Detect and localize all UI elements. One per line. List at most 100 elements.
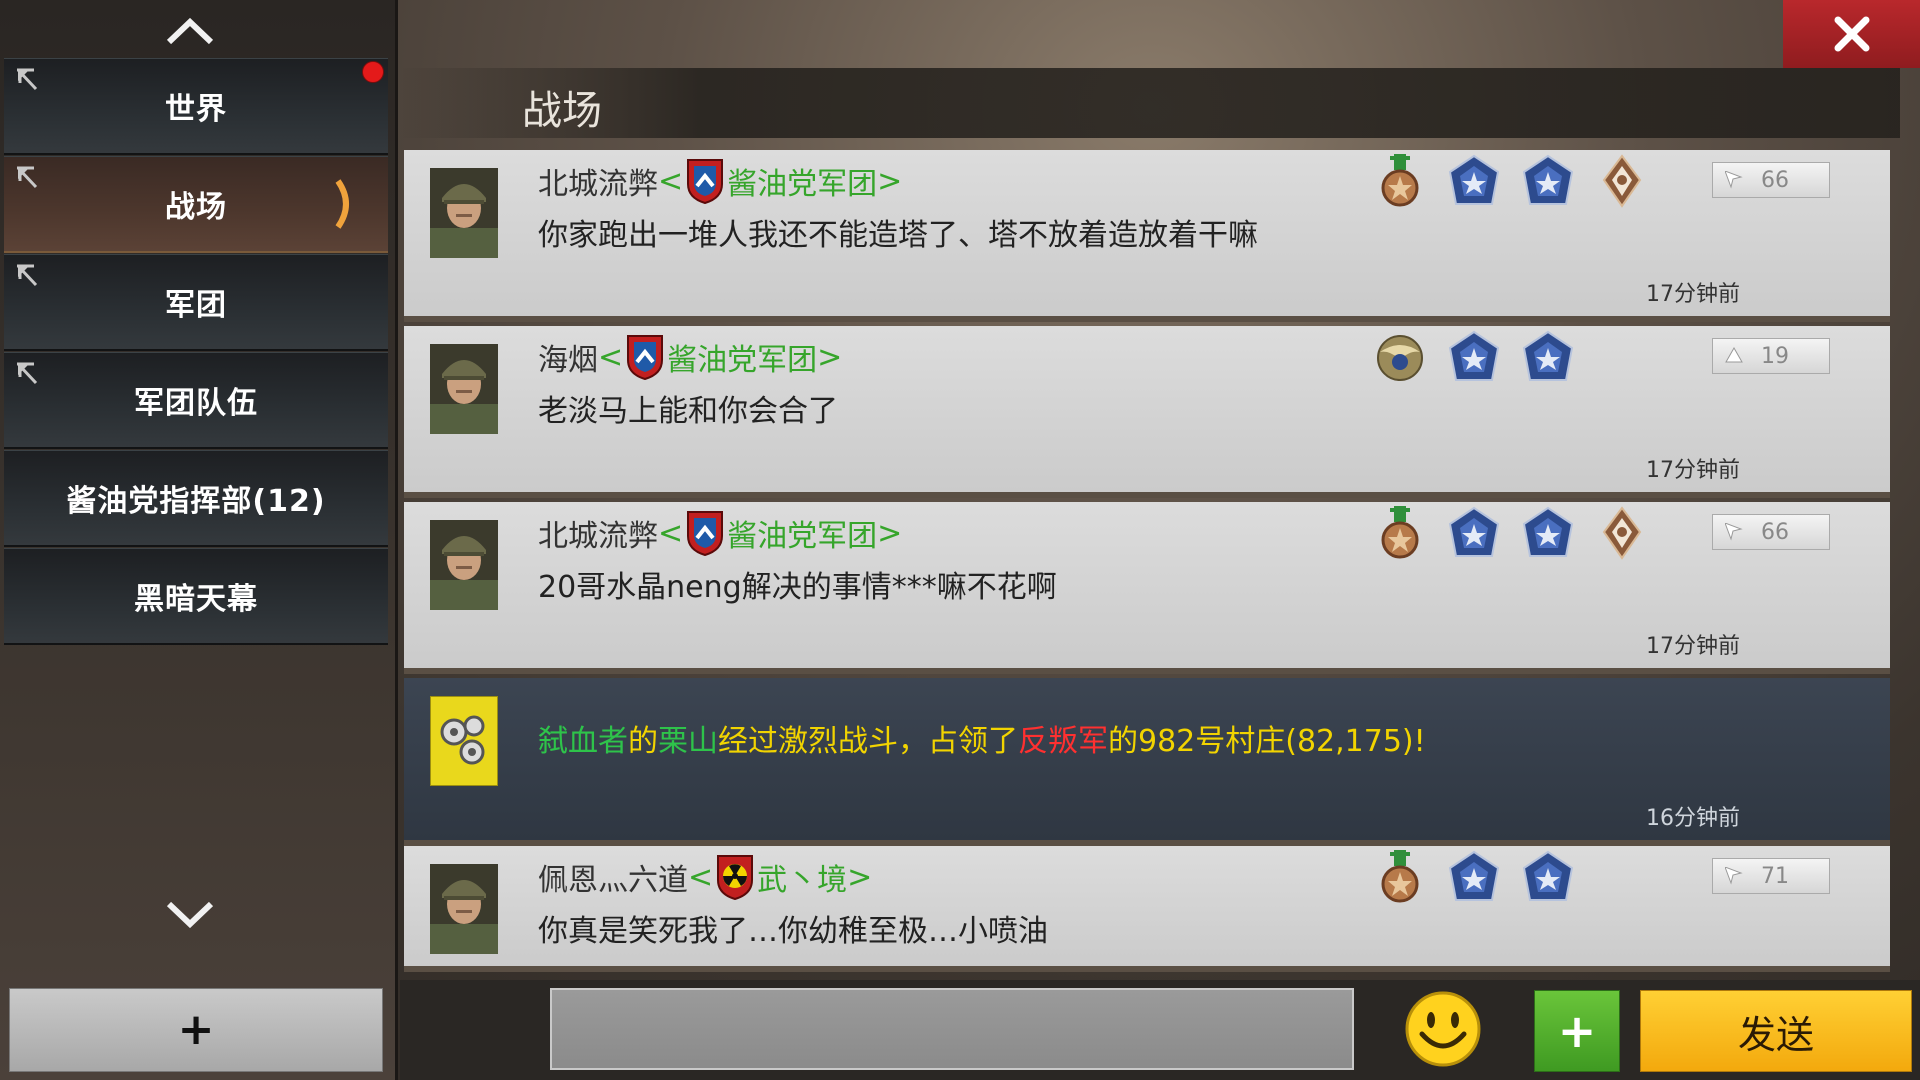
level-number: 71: [1761, 863, 1789, 889]
sidebar-item-battlefield[interactable]: 战场: [4, 156, 388, 253]
level-badge: 19: [1712, 338, 1830, 374]
sender-line: 佩恩灬六道 < 武丶境 >: [538, 854, 872, 900]
message-time: 17分钟前: [1646, 458, 1740, 483]
pin-icon[interactable]: [14, 361, 40, 387]
blue-rank-icon: [1449, 851, 1499, 901]
blue-rank-icon: [1523, 507, 1573, 557]
blue-rank-icon: [1449, 155, 1499, 205]
sidebar-item-dark-sky[interactable]: 黑暗天幕: [4, 548, 388, 645]
text-segment: 的: [628, 724, 658, 759]
message-text: 20哥水晶neng解决的事情***嘛不花啊: [538, 570, 1057, 605]
village-link[interactable]: 的982号村庄(82,175)!: [1108, 724, 1426, 759]
sidebar-item-legion[interactable]: 军团: [4, 254, 388, 351]
star-medal-icon: [1381, 154, 1419, 207]
blue-rank-icon: [1523, 331, 1573, 381]
guild-shield-icon: [686, 158, 725, 204]
sidebar-item-hq[interactable]: 酱油党指挥部(12): [4, 450, 388, 547]
chat-input[interactable]: [550, 988, 1354, 1070]
bronze-diamond-icon: [1603, 155, 1641, 207]
sidebar-item-world[interactable]: 世界: [4, 58, 388, 155]
soldier-avatar[interactable]: [430, 168, 498, 258]
message-time: 17分钟前: [1646, 282, 1740, 307]
sender-line: 北城流弊 < 酱油党军团 >: [538, 158, 902, 204]
attach-button[interactable]: +: [1534, 990, 1620, 1072]
sidebar-item-legion-team[interactable]: 军团队伍: [4, 352, 388, 449]
sidebar-item-label: 世界: [165, 92, 227, 127]
close-button[interactable]: [1783, 0, 1920, 68]
sender-name[interactable]: 佩恩灬六道: [538, 855, 688, 899]
add-channel-button[interactable]: +: [9, 988, 383, 1072]
guild-bracket-close: >: [877, 163, 903, 199]
guild-bracket-close: >: [877, 515, 903, 551]
cursor-icon: [1725, 523, 1742, 540]
blue-rank-icon: [1523, 851, 1573, 901]
guild-bracket-open: <: [688, 859, 714, 895]
bronze-diamond-icon: [1603, 507, 1641, 559]
page-title: 战场: [522, 88, 602, 134]
cursor-icon: [1725, 171, 1742, 188]
guild-bracket-close: >: [817, 339, 843, 375]
chat-message: 北城流弊 < 酱油党军团 > 20哥水晶neng解决的事情***嘛不花啊 66 …: [404, 502, 1890, 674]
chat-message: 北城流弊 < 酱油党军团 > 你家跑出一堆人我还不能造塔了、塔不放着造放着干嘛 …: [404, 150, 1890, 322]
faction-name: 反叛军: [1018, 724, 1108, 759]
sender-name[interactable]: 海烟: [538, 335, 598, 379]
level-badge: 66: [1712, 162, 1830, 198]
player-name[interactable]: 弑血者: [538, 724, 628, 759]
channel-sidebar: 世界 战场 军团 军团队伍 酱油党指挥部(12) 黑暗天幕 +: [0, 0, 398, 1080]
message-time: 16分钟前: [1646, 806, 1740, 831]
guild-bracket-open: <: [658, 163, 684, 199]
guild-name[interactable]: 酱油党军团: [667, 335, 817, 379]
text-segment: 经过激烈战斗，占领了: [718, 724, 1018, 759]
pin-icon[interactable]: [14, 165, 40, 191]
sender-line: 北城流弊 < 酱油党军团 >: [538, 510, 902, 556]
badge-row: [1374, 330, 1574, 386]
guild-name[interactable]: 酱油党军团: [727, 511, 877, 555]
scroll-up-icon[interactable]: [165, 16, 215, 46]
eagle-emblem-icon: [1377, 335, 1423, 381]
scroll-down-icon[interactable]: [165, 900, 215, 930]
pin-icon[interactable]: [14, 263, 40, 289]
level-number: 19: [1761, 343, 1789, 369]
badge-row: [1374, 154, 1648, 210]
level-number: 66: [1761, 167, 1789, 193]
sender-name[interactable]: 北城流弊: [538, 511, 658, 555]
message-text: 老淡马上能和你会合了: [538, 394, 838, 429]
player-name[interactable]: 栗山: [658, 724, 718, 759]
level-badge: 71: [1712, 858, 1830, 894]
rank-up-icon: [1725, 347, 1743, 363]
sidebar-item-label: 军团队伍: [134, 386, 258, 421]
sidebar-item-label: 黑暗天幕: [134, 582, 258, 617]
soldier-avatar[interactable]: [430, 344, 498, 434]
guild-bracket-open: <: [598, 339, 624, 375]
chat-message: 佩恩灬六道 < 武丶境 > 你真是笑死我了…你幼稚至极…小喷油 71: [404, 846, 1890, 972]
send-button[interactable]: 发送: [1640, 990, 1912, 1072]
guild-shield-icon: [686, 510, 725, 556]
guild-name[interactable]: 酱油党军团: [727, 159, 877, 203]
guild-name[interactable]: 武丶境: [757, 855, 847, 899]
gears-icon: [430, 696, 498, 786]
sender-name[interactable]: 北城流弊: [538, 159, 658, 203]
attach-label: +: [1557, 1004, 1597, 1058]
guild-bracket-close: >: [847, 859, 873, 895]
send-label: 发送: [1737, 1012, 1814, 1057]
guild-bracket-open: <: [658, 515, 684, 551]
badge-row: [1374, 506, 1648, 562]
soldier-avatar[interactable]: [430, 864, 498, 954]
chat-message: 海烟 < 酱油党军团 > 老淡马上能和你会合了 19 17分钟前: [404, 326, 1890, 498]
star-medal-icon: [1381, 850, 1419, 903]
cursor-icon: [1725, 867, 1742, 884]
level-badge: 66: [1712, 514, 1830, 550]
system-message: 弑血者的栗山经过激烈战斗，占领了反叛军的982号村庄(82,175)! 16分钟…: [404, 678, 1890, 846]
star-medal-icon: [1381, 506, 1419, 559]
add-channel-label: +: [177, 1004, 215, 1055]
guild-shield-icon: [626, 334, 665, 380]
chevron-right-icon: [335, 179, 349, 229]
soldier-avatar[interactable]: [430, 520, 498, 610]
smiley-icon[interactable]: [1404, 990, 1482, 1068]
level-number: 66: [1761, 519, 1789, 545]
blue-rank-icon: [1449, 507, 1499, 557]
sender-line: 海烟 < 酱油党军团 >: [538, 334, 842, 380]
sidebar-item-label: 军团: [165, 288, 227, 323]
sidebar-item-label: 战场: [165, 190, 227, 225]
pin-icon[interactable]: [14, 67, 40, 93]
